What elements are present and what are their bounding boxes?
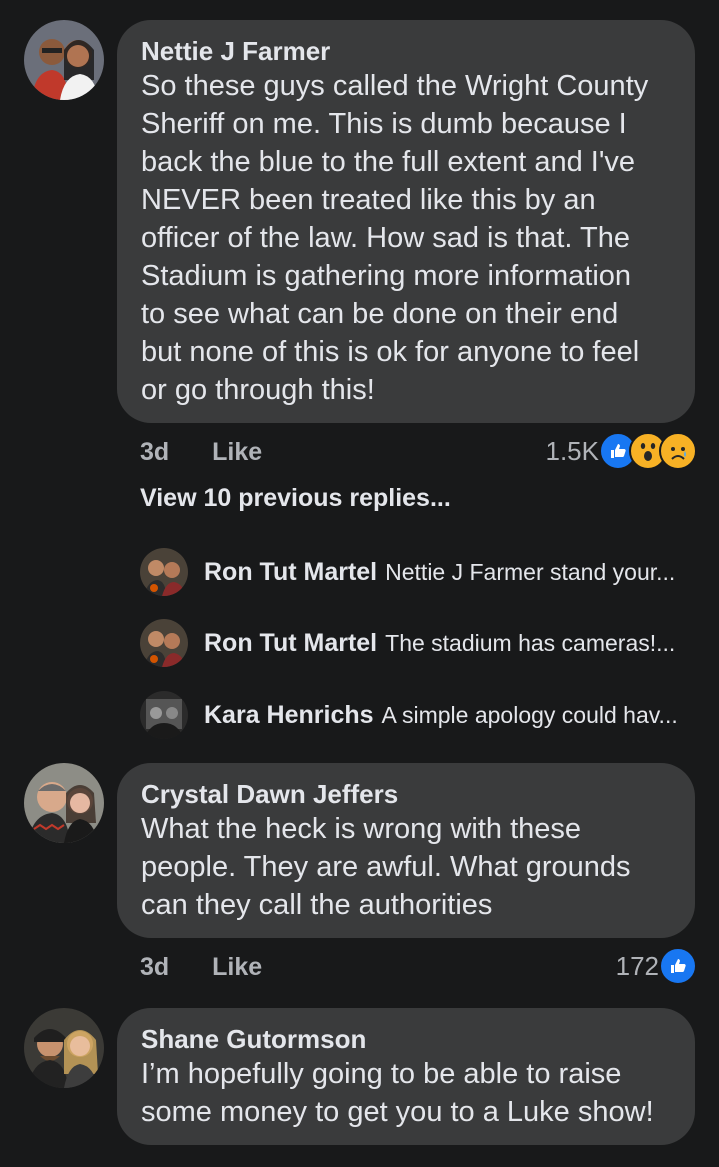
reaction-count: 172 (615, 950, 659, 981)
like-reaction-icon (659, 947, 697, 985)
comment-author[interactable]: Nettie J Farmer (141, 35, 671, 67)
avatar-kara[interactable] (140, 691, 188, 739)
reaction-summary[interactable]: 172 (616, 947, 697, 985)
reaction-count: 1.5K (545, 435, 600, 466)
comment-line: or go through this! (141, 374, 375, 406)
avatar-ron[interactable] (140, 548, 188, 596)
comment-line: Sheriff on me. This is dumb because I (141, 108, 627, 140)
reaction-summary[interactable]: 1.5K (545, 432, 697, 470)
like-button[interactable]: Like (212, 438, 262, 466)
reply-author[interactable]: Kara Henrichs (204, 701, 374, 730)
reply-item[interactable]: Kara Henrichs A simple apology could hav… (140, 690, 700, 740)
comment-bubble-crystal: Crystal Dawn Jeffers What the heck is wr… (117, 763, 695, 938)
comment-meta: 3d Like (140, 438, 298, 467)
reply-text: A simple apology could hav... (381, 701, 678, 728)
comment-line: can they call the authorities (141, 889, 493, 921)
reply-text: Nettie J Farmer stand your... (385, 558, 676, 585)
comment-line: Stadium is gathering more information (141, 260, 632, 292)
reply-author[interactable]: Ron Tut Martel (204, 558, 377, 587)
comment-meta: 3d Like (140, 953, 298, 982)
comment-text: So these guys called the Wright County S… (141, 67, 671, 409)
comment-author[interactable]: Crystal Dawn Jeffers (141, 778, 671, 810)
comment-line: NEVER been treated like this by an (141, 184, 596, 216)
comment-bubble-nettie: Nettie J Farmer So these guys called the… (117, 20, 695, 423)
comment-line: So these guys called the Wright County (141, 70, 649, 102)
comment-line: I’m hopefully going to be able to raise (141, 1058, 622, 1090)
comment-line: What the heck is wrong with these (141, 813, 582, 845)
comment-line: back the blue to the full extent and I'v… (141, 146, 636, 178)
comment-bubble-shane: Shane Gutormson I’m hopefully going to b… (117, 1008, 695, 1145)
sad-reaction-icon (659, 432, 697, 470)
comment-line: to see what can be done on their end (141, 298, 619, 330)
comment-timestamp[interactable]: 3d (140, 953, 169, 981)
avatar-shane[interactable] (24, 1008, 104, 1088)
reply-item[interactable]: Ron Tut Martel The stadium has cameras!.… (140, 618, 700, 668)
reply-item[interactable]: Ron Tut Martel Nettie J Farmer stand you… (140, 547, 700, 597)
reply-author[interactable]: Ron Tut Martel (204, 629, 377, 658)
comment-line: but none of this is ok for anyone to fee… (141, 336, 640, 368)
comment-text: I’m hopefully going to be able to raise … (141, 1055, 671, 1131)
comment-author[interactable]: Shane Gutormson (141, 1023, 671, 1055)
like-button[interactable]: Like (212, 953, 262, 981)
reply-text: The stadium has cameras!... (385, 629, 676, 656)
comment-timestamp[interactable]: 3d (140, 438, 169, 466)
comment-line: officer of the law. How sad is that. The (141, 222, 630, 254)
avatar-nettie[interactable] (24, 20, 104, 100)
comment-line: people. They are awful. What grounds (141, 851, 631, 883)
avatar-ron[interactable] (140, 619, 188, 667)
view-previous-replies-link[interactable]: View 10 previous replies... (140, 484, 451, 513)
avatar-crystal[interactable] (24, 763, 104, 843)
comment-line: some money to get you to a Luke show! (141, 1096, 654, 1128)
comment-text: What the heck is wrong with these people… (141, 810, 671, 924)
